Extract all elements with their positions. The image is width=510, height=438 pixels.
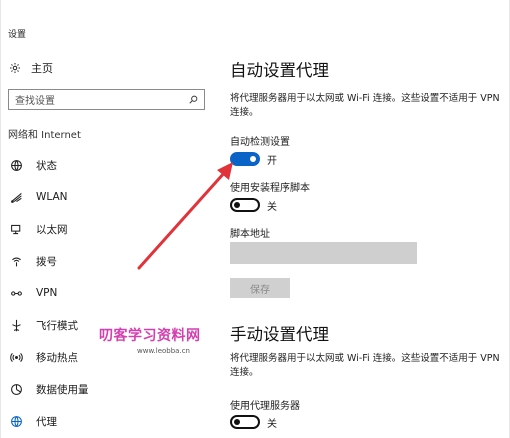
watermark-url: www.leobba.cn: [137, 347, 190, 355]
save-button[interactable]: 保存: [230, 278, 290, 298]
toggle-knob: [250, 156, 256, 162]
hotspot-icon: [8, 349, 24, 365]
setup-script-toggle[interactable]: [230, 198, 260, 212]
data-usage-icon: [8, 381, 24, 397]
vpn-icon: [8, 285, 24, 301]
sidebar-item-vpn[interactable]: VPN: [8, 277, 208, 309]
manual-proxy-description: 将代理服务器用于以太网或 Wi-Fi 连接。这些设置不适用于 VPN 连接。: [230, 353, 500, 378]
wifi-icon: [8, 189, 24, 205]
sidebar-item-label: WLAN: [36, 191, 68, 203]
setup-script-label: 使用安装程序脚本: [230, 183, 310, 194]
ethernet-icon: [8, 221, 24, 237]
sidebar-item-label: 代理: [36, 415, 57, 428]
auto-proxy-title: 自动设置代理: [230, 61, 329, 80]
home-label: 主页: [31, 62, 53, 75]
sidebar-nav: 状态 WLAN 以太网 拨号 VPN 飞行模式 移动热点 数据使用量 代理: [8, 149, 208, 437]
sidebar-item-label: 状态: [36, 159, 57, 172]
globe-icon: [8, 157, 24, 173]
proxy-globe-icon: [8, 413, 24, 429]
dialup-icon: [8, 253, 24, 269]
sidebar-item-status[interactable]: 状态: [8, 149, 208, 181]
sidebar-item-label: 以太网: [36, 223, 68, 236]
sidebar-item-label: 飞行模式: [36, 319, 78, 332]
use-proxy-label: 使用代理服务器: [230, 401, 300, 412]
use-proxy-toggle[interactable]: [230, 415, 260, 429]
sidebar-item-proxy[interactable]: 代理: [8, 405, 208, 437]
search-icon: [189, 95, 198, 104]
sidebar-item-dialup[interactable]: 拨号: [8, 245, 208, 277]
setup-script-state: 关: [267, 202, 277, 213]
script-address-label: 脚本地址: [230, 229, 270, 240]
toggle-knob: [234, 202, 240, 208]
search-input[interactable]: 查找设置: [15, 92, 189, 107]
settings-window: 设置 主页 查找设置 网络和 Internet 状态 WLAN 以太网 拨号 V…: [0, 0, 510, 438]
sidebar-item-hotspot[interactable]: 移动热点: [8, 341, 208, 373]
search-settings-box[interactable]: 查找设置: [8, 89, 205, 110]
sidebar-item-label: 移动热点: [36, 351, 78, 364]
auto-detect-label: 自动检测设置: [230, 137, 290, 148]
section-title: 网络和 Internet: [8, 130, 81, 141]
sidebar-item-label: 数据使用量: [36, 383, 89, 396]
airplane-icon: [8, 317, 24, 333]
sidebar-item-label: VPN: [36, 287, 58, 299]
script-address-input[interactable]: [230, 242, 417, 264]
app-title: 设置: [8, 30, 27, 40]
sidebar-item-ethernet[interactable]: 以太网: [8, 213, 208, 245]
auto-proxy-description: 将代理服务器用于以太网或 Wi-Fi 连接。这些设置不适用于 VPN 连接。: [230, 93, 500, 118]
manual-proxy-title: 手动设置代理: [230, 325, 329, 344]
toggle-knob: [234, 419, 240, 425]
watermark-text: 叨客学习资料网: [99, 328, 201, 344]
sidebar-item-wlan[interactable]: WLAN: [8, 181, 208, 213]
auto-detect-toggle[interactable]: [230, 152, 260, 166]
sidebar-item-data-usage[interactable]: 数据使用量: [8, 373, 208, 405]
auto-detect-state: 开: [267, 156, 277, 167]
home-nav-item[interactable]: 主页: [9, 60, 53, 76]
sidebar-item-label: 拨号: [36, 255, 57, 268]
gear-icon: [10, 63, 20, 73]
use-proxy-state: 关: [267, 419, 277, 430]
